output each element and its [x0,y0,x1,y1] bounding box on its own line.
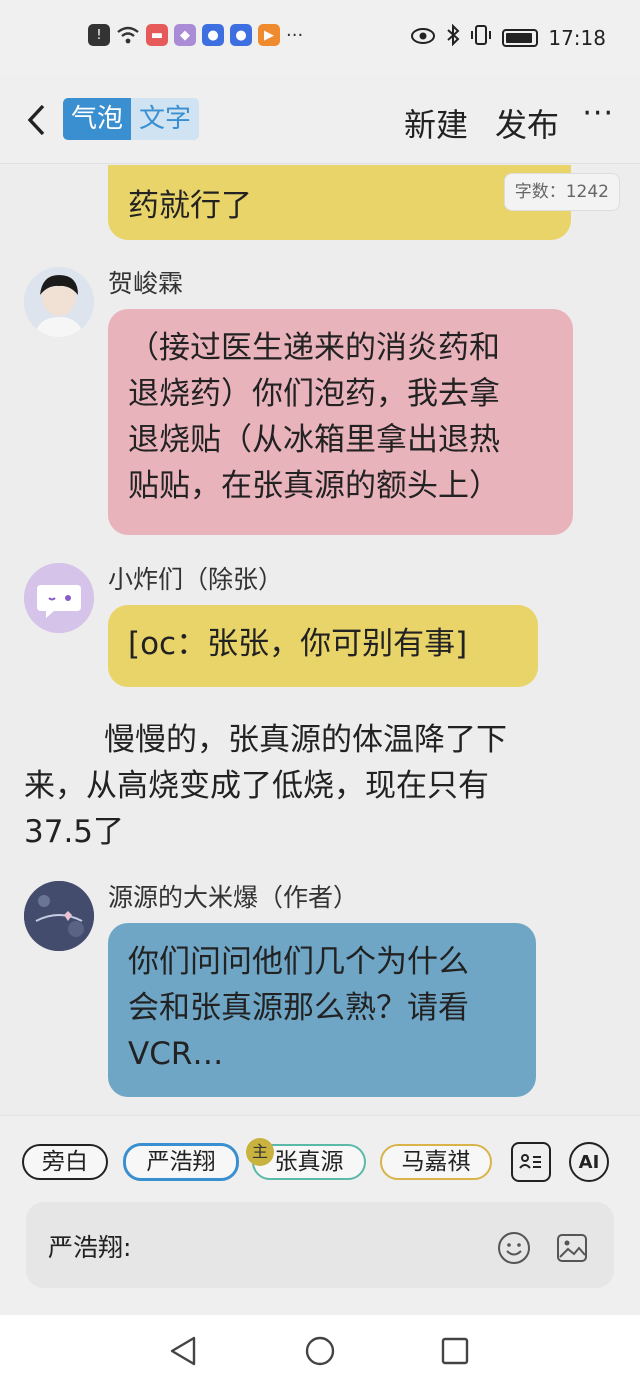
message-input[interactable]: 严浩翔: [26,1202,614,1288]
publish-button[interactable]: 发布 [495,100,559,146]
triangle-back-icon [170,1336,196,1366]
sender-name: 小炸们（除张） [108,565,284,594]
chat-area[interactable]: 药就行了 字数：1242 贺峻霖 （接过医生递来的消炎药和 退烧药）你们泡药，我… [0,165,640,1115]
more-options-button[interactable]: ··· [582,96,614,131]
clock: 17:18 [548,25,606,50]
message-text: 退烧药）你们泡药，我去拿 [128,376,500,412]
paw-icon: ● [230,24,252,46]
app-icon-red: ▬ [146,24,168,46]
emoji-button[interactable] [496,1230,532,1266]
image-button[interactable] [554,1230,590,1266]
sender-name: 贺峻霖 [108,269,184,298]
message-text: 药就行了 [128,188,252,224]
tab-bubble[interactable]: 气泡 [63,98,132,140]
message-text: （接过医生递来的消炎药和 [128,330,500,366]
chevron-left-icon [27,104,45,136]
message-bubble[interactable]: 你们问问他们几个为什么 会和张真源那么熟？请看 VCR… [108,923,536,1097]
status-icons-left: ! ▬ ◆ ● ● ▶ ··· [88,24,303,46]
bluetooth-icon [446,23,460,51]
nav-home-button[interactable] [302,1333,338,1369]
message-text: VCR… [128,1036,224,1072]
message-text: 退烧贴（从冰箱里拿出退热 [128,422,500,458]
message-text: 你们问问他们几个为什么 [128,944,469,980]
message-text: [oc：张张，你可别有事] [128,626,468,662]
eye-icon [410,26,436,50]
top-bar: 气泡 文字 新建 发布 ··· [0,76,640,164]
message-text: 会和张真源那么熟？请看 [128,990,469,1026]
message-text: 贴贴，在张真源的额头上） [128,468,500,504]
play-icon: ▶ [258,24,280,46]
mode-tabs: 气泡 文字 [63,98,200,140]
role-chip-yan-haoxiang[interactable]: 严浩翔 [123,1143,239,1181]
ai-button[interactable]: AI [569,1142,609,1182]
tab-text[interactable]: 文字 [131,98,200,140]
word-count-badge: 字数：1242 [503,173,620,211]
avatar[interactable] [24,563,94,633]
vibrate-icon [470,25,492,50]
ai-label: AI [578,1151,600,1173]
nav-back-button[interactable] [165,1333,201,1369]
message-bubble[interactable]: 药就行了 [108,165,571,240]
composer-panel: 旁白 严浩翔 张真源 主 马嘉祺 AI 严浩翔: [0,1115,640,1315]
sender-name: 源源的大米爆（作者） [108,883,359,912]
wifi-icon [116,25,140,45]
narration-text: 慢慢的，张真源的体温降了下 来，从高烧变成了低烧，现在只有 37.5了 [24,722,507,850]
app-icon-purple: ◆ [174,24,196,46]
role-chip-ma-jiaqi[interactable]: 马嘉祺 [380,1144,492,1180]
image-icon [557,1234,587,1262]
input-role-prefix: 严浩翔: [48,1233,132,1262]
message-bubble[interactable]: （接过医生递来的消炎药和 退烧药）你们泡药，我去拿 退烧贴（从冰箱里拿出退热 贴… [108,309,573,535]
nav-recents-button[interactable] [437,1333,473,1369]
alert-icon: ! [88,24,110,46]
system-navigation-bar [0,1315,640,1387]
role-chip-narrator[interactable]: 旁白 [22,1144,108,1180]
avatar[interactable] [24,267,94,337]
message-bubble[interactable]: [oc：张张，你可别有事] [108,605,538,687]
status-bar: ! ▬ ◆ ● ● ▶ ··· 17:18 [0,0,640,76]
more-notifications-icon: ··· [286,24,304,46]
back-button[interactable] [18,98,54,142]
status-icons-right: 17:18 [410,23,606,51]
smiley-icon [498,1232,530,1264]
contacts-icon [519,1154,541,1169]
circle-home-icon [305,1336,335,1366]
character-list-button[interactable] [511,1142,551,1182]
main-role-badge: 主 [246,1138,274,1166]
paw-icon: ● [202,24,224,46]
battery-icon [502,28,539,47]
square-recents-icon [441,1337,469,1365]
avatar[interactable] [24,881,94,951]
new-button[interactable]: 新建 [404,100,468,146]
